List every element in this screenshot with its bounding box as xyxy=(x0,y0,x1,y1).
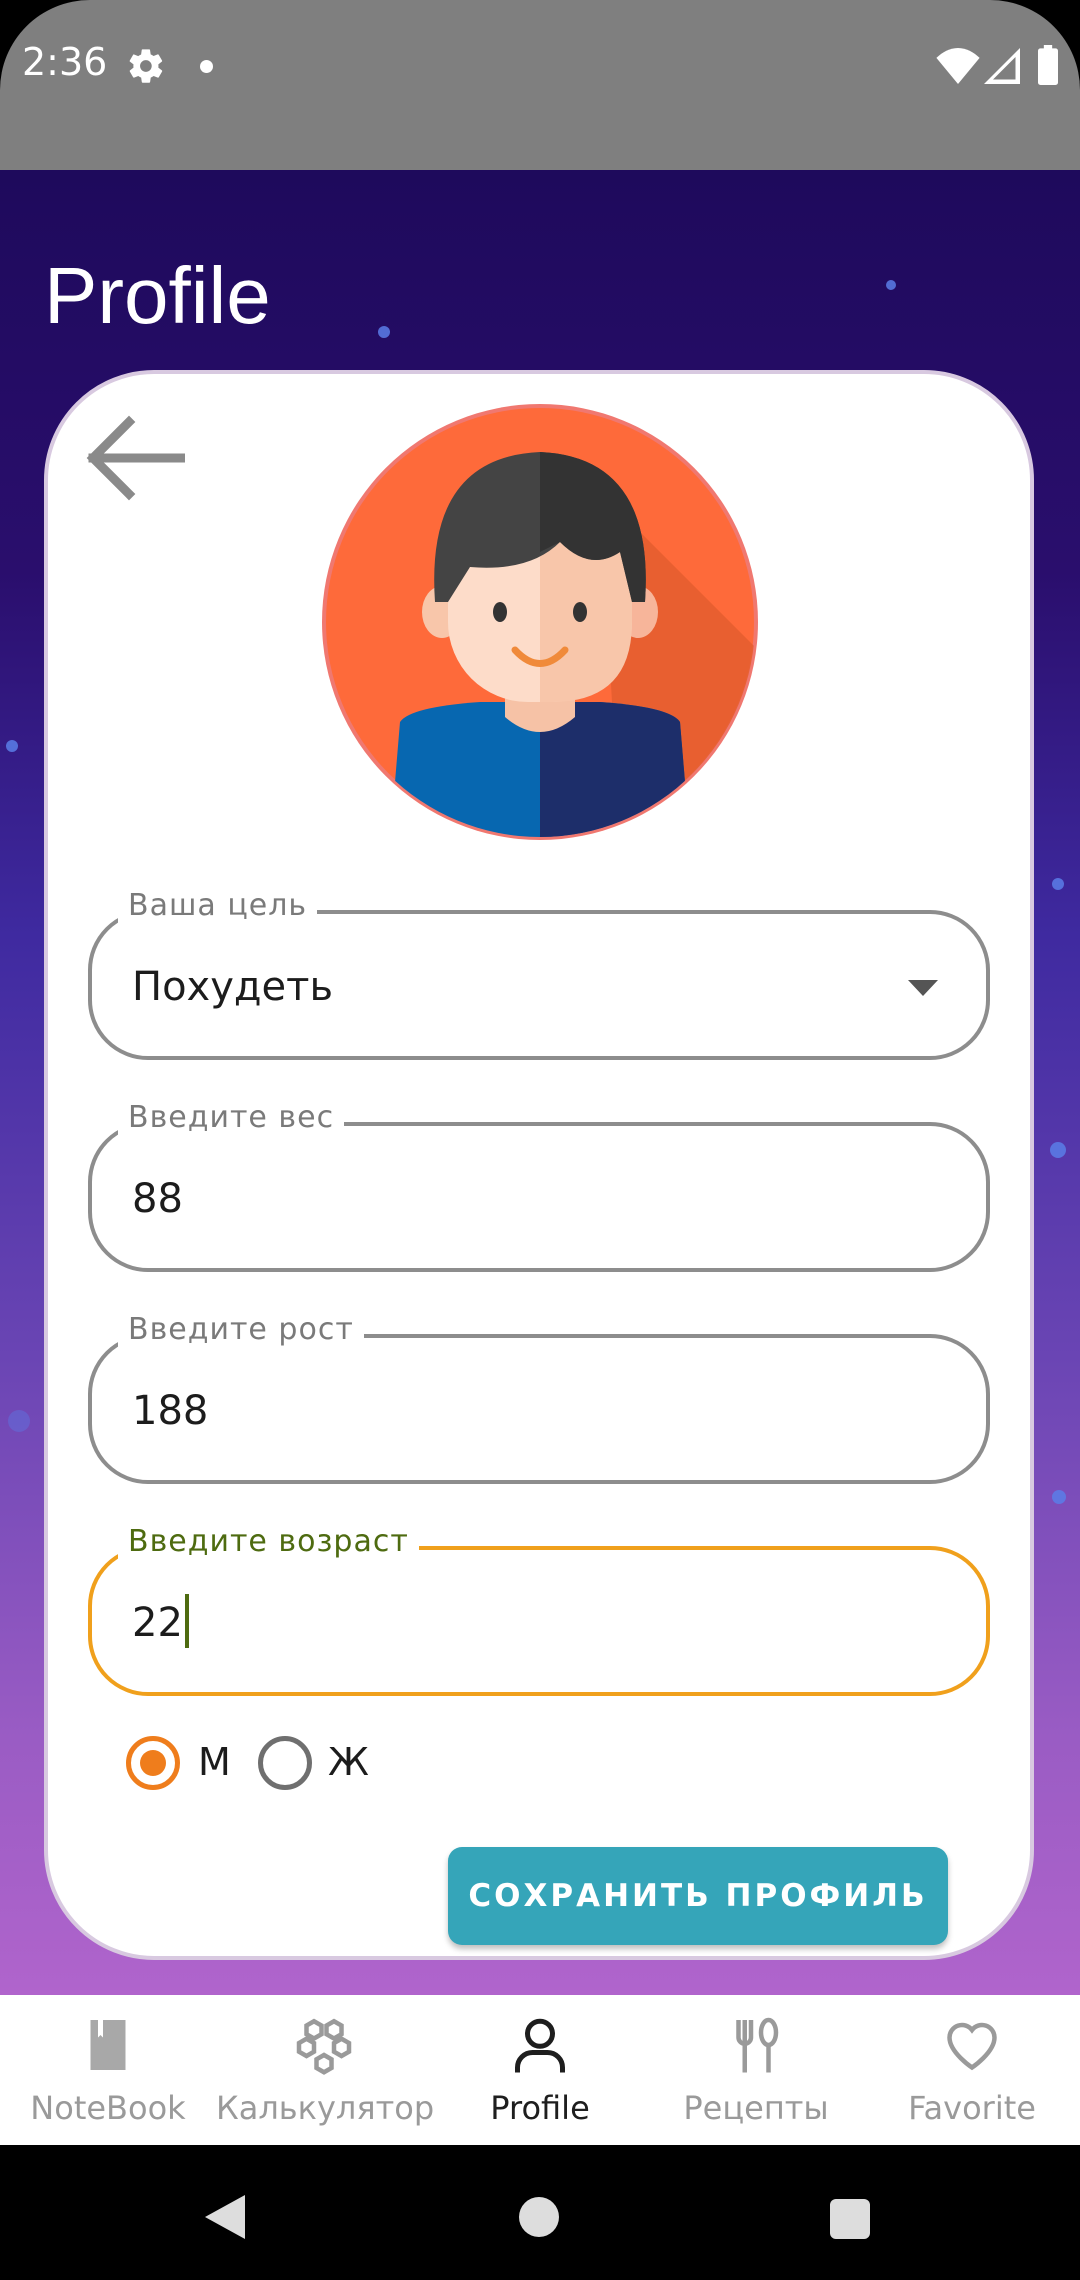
decor-star xyxy=(1050,1142,1066,1158)
age-label: Введите возраст xyxy=(118,1524,419,1559)
page-title: Profile xyxy=(44,251,271,340)
radio-female[interactable] xyxy=(258,1736,312,1790)
radio-male[interactable] xyxy=(126,1736,180,1790)
decor-star xyxy=(8,1410,30,1432)
radio-female-label[interactable]: Ж xyxy=(328,1740,369,1784)
decor-star xyxy=(1052,1490,1066,1504)
nav-label-recipes: Рецепты xyxy=(683,2089,829,2127)
status-time: 2:36 xyxy=(22,40,108,84)
nav-label-notebook: NoteBook xyxy=(30,2089,186,2127)
goal-dropdown[interactable]: Ваша цель Похудеть xyxy=(88,888,990,1060)
radio-male-label[interactable]: М xyxy=(198,1740,231,1784)
book-icon xyxy=(90,2020,126,2070)
save-profile-button[interactable]: СОХРАНИТЬ ПРОФИЛЬ xyxy=(448,1847,948,1945)
phone-screen: 2:36 Profile Ваша цель Похудеть Введите … xyxy=(0,0,1080,2280)
heart-icon xyxy=(947,2022,997,2071)
fork-spoon-icon xyxy=(736,2017,779,2073)
nav-item-recipes[interactable]: Рецепты xyxy=(648,1995,864,2145)
text-caret xyxy=(184,1594,189,1648)
nav-item-notebook[interactable]: NoteBook xyxy=(0,1995,216,2145)
status-bar: 2:36 xyxy=(0,0,1080,170)
height-value[interactable]: 188 xyxy=(132,1388,208,1434)
system-navigation-bar xyxy=(0,2145,1080,2280)
hexagons-icon xyxy=(296,2018,352,2075)
weight-field[interactable]: Введите вес 88 xyxy=(88,1100,990,1272)
weight-value[interactable]: 88 xyxy=(132,1176,183,1222)
age-value-wrap[interactable]: 22 xyxy=(132,1594,189,1648)
decor-star xyxy=(1052,878,1064,890)
height-label: Введите рост xyxy=(118,1312,364,1347)
wifi-icon xyxy=(936,48,980,84)
nav-item-profile[interactable]: Profile xyxy=(432,1995,648,2145)
decor-star xyxy=(886,280,896,290)
bottom-navigation: NoteBook Калькулятор Profile Рецепты Fav… xyxy=(0,1995,1080,2145)
avatar[interactable] xyxy=(320,402,760,842)
nav-label-calculator: Калькулятор xyxy=(216,2089,435,2127)
nav-item-favorite[interactable]: Favorite xyxy=(864,1995,1080,2145)
system-recents-icon[interactable] xyxy=(830,2199,870,2239)
decor-star xyxy=(6,740,18,752)
settings-gear-icon xyxy=(129,49,163,83)
age-field[interactable]: Введите возраст 22 xyxy=(88,1524,990,1696)
weight-label: Введите вес xyxy=(118,1100,345,1135)
age-value: 22 xyxy=(132,1600,183,1646)
nav-item-calculator[interactable]: Калькулятор xyxy=(216,1995,435,2145)
decor-star xyxy=(378,326,390,338)
nav-label-favorite: Favorite xyxy=(908,2089,1036,2127)
goal-label: Ваша цель xyxy=(118,888,318,923)
goal-value: Похудеть xyxy=(132,964,334,1010)
back-arrow-icon[interactable] xyxy=(85,410,185,510)
notification-dot-icon xyxy=(200,60,213,73)
height-field[interactable]: Введите рост 188 xyxy=(88,1312,990,1484)
system-home-icon[interactable] xyxy=(519,2197,559,2237)
nav-label-profile: Profile xyxy=(490,2089,590,2127)
person-icon xyxy=(515,2018,565,2073)
cell-signal-icon xyxy=(984,48,1020,84)
system-back-icon[interactable] xyxy=(205,2195,245,2239)
battery-icon xyxy=(1038,45,1058,85)
dropdown-arrow-icon[interactable] xyxy=(908,980,938,996)
